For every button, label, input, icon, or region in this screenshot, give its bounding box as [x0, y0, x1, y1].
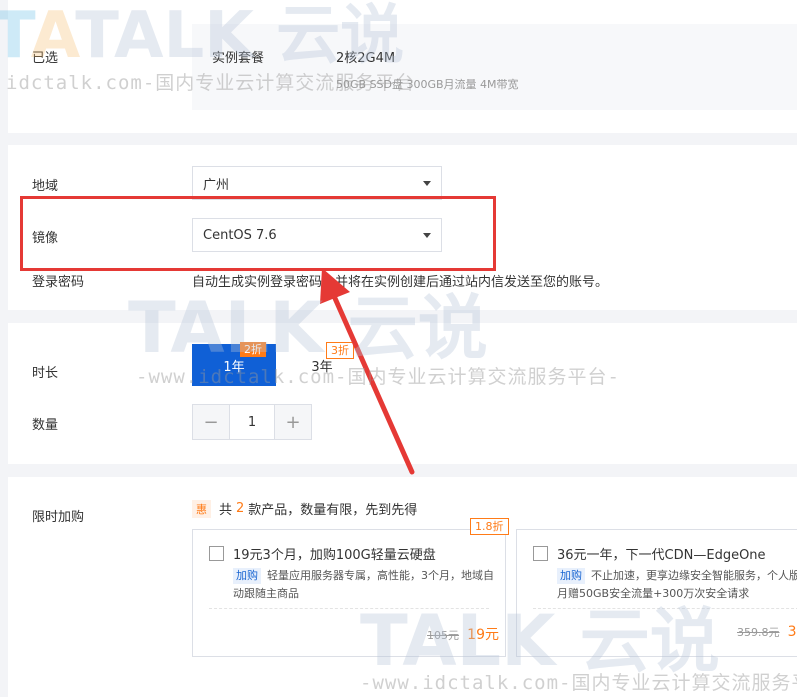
- watermark-logo: TALK 云说: [128, 287, 488, 369]
- watermark-text: idctalk.com-国内专业云计算交流服务平台: [6, 72, 416, 94]
- watermark-text: -www.idctalk.com-国内专业云计算交流服务平台-: [136, 366, 620, 388]
- watermark-text: -www.idctalk.com-国内专业云计算交流服务平: [360, 672, 797, 694]
- watermark-logo: TATALK 云说: [0, 0, 405, 73]
